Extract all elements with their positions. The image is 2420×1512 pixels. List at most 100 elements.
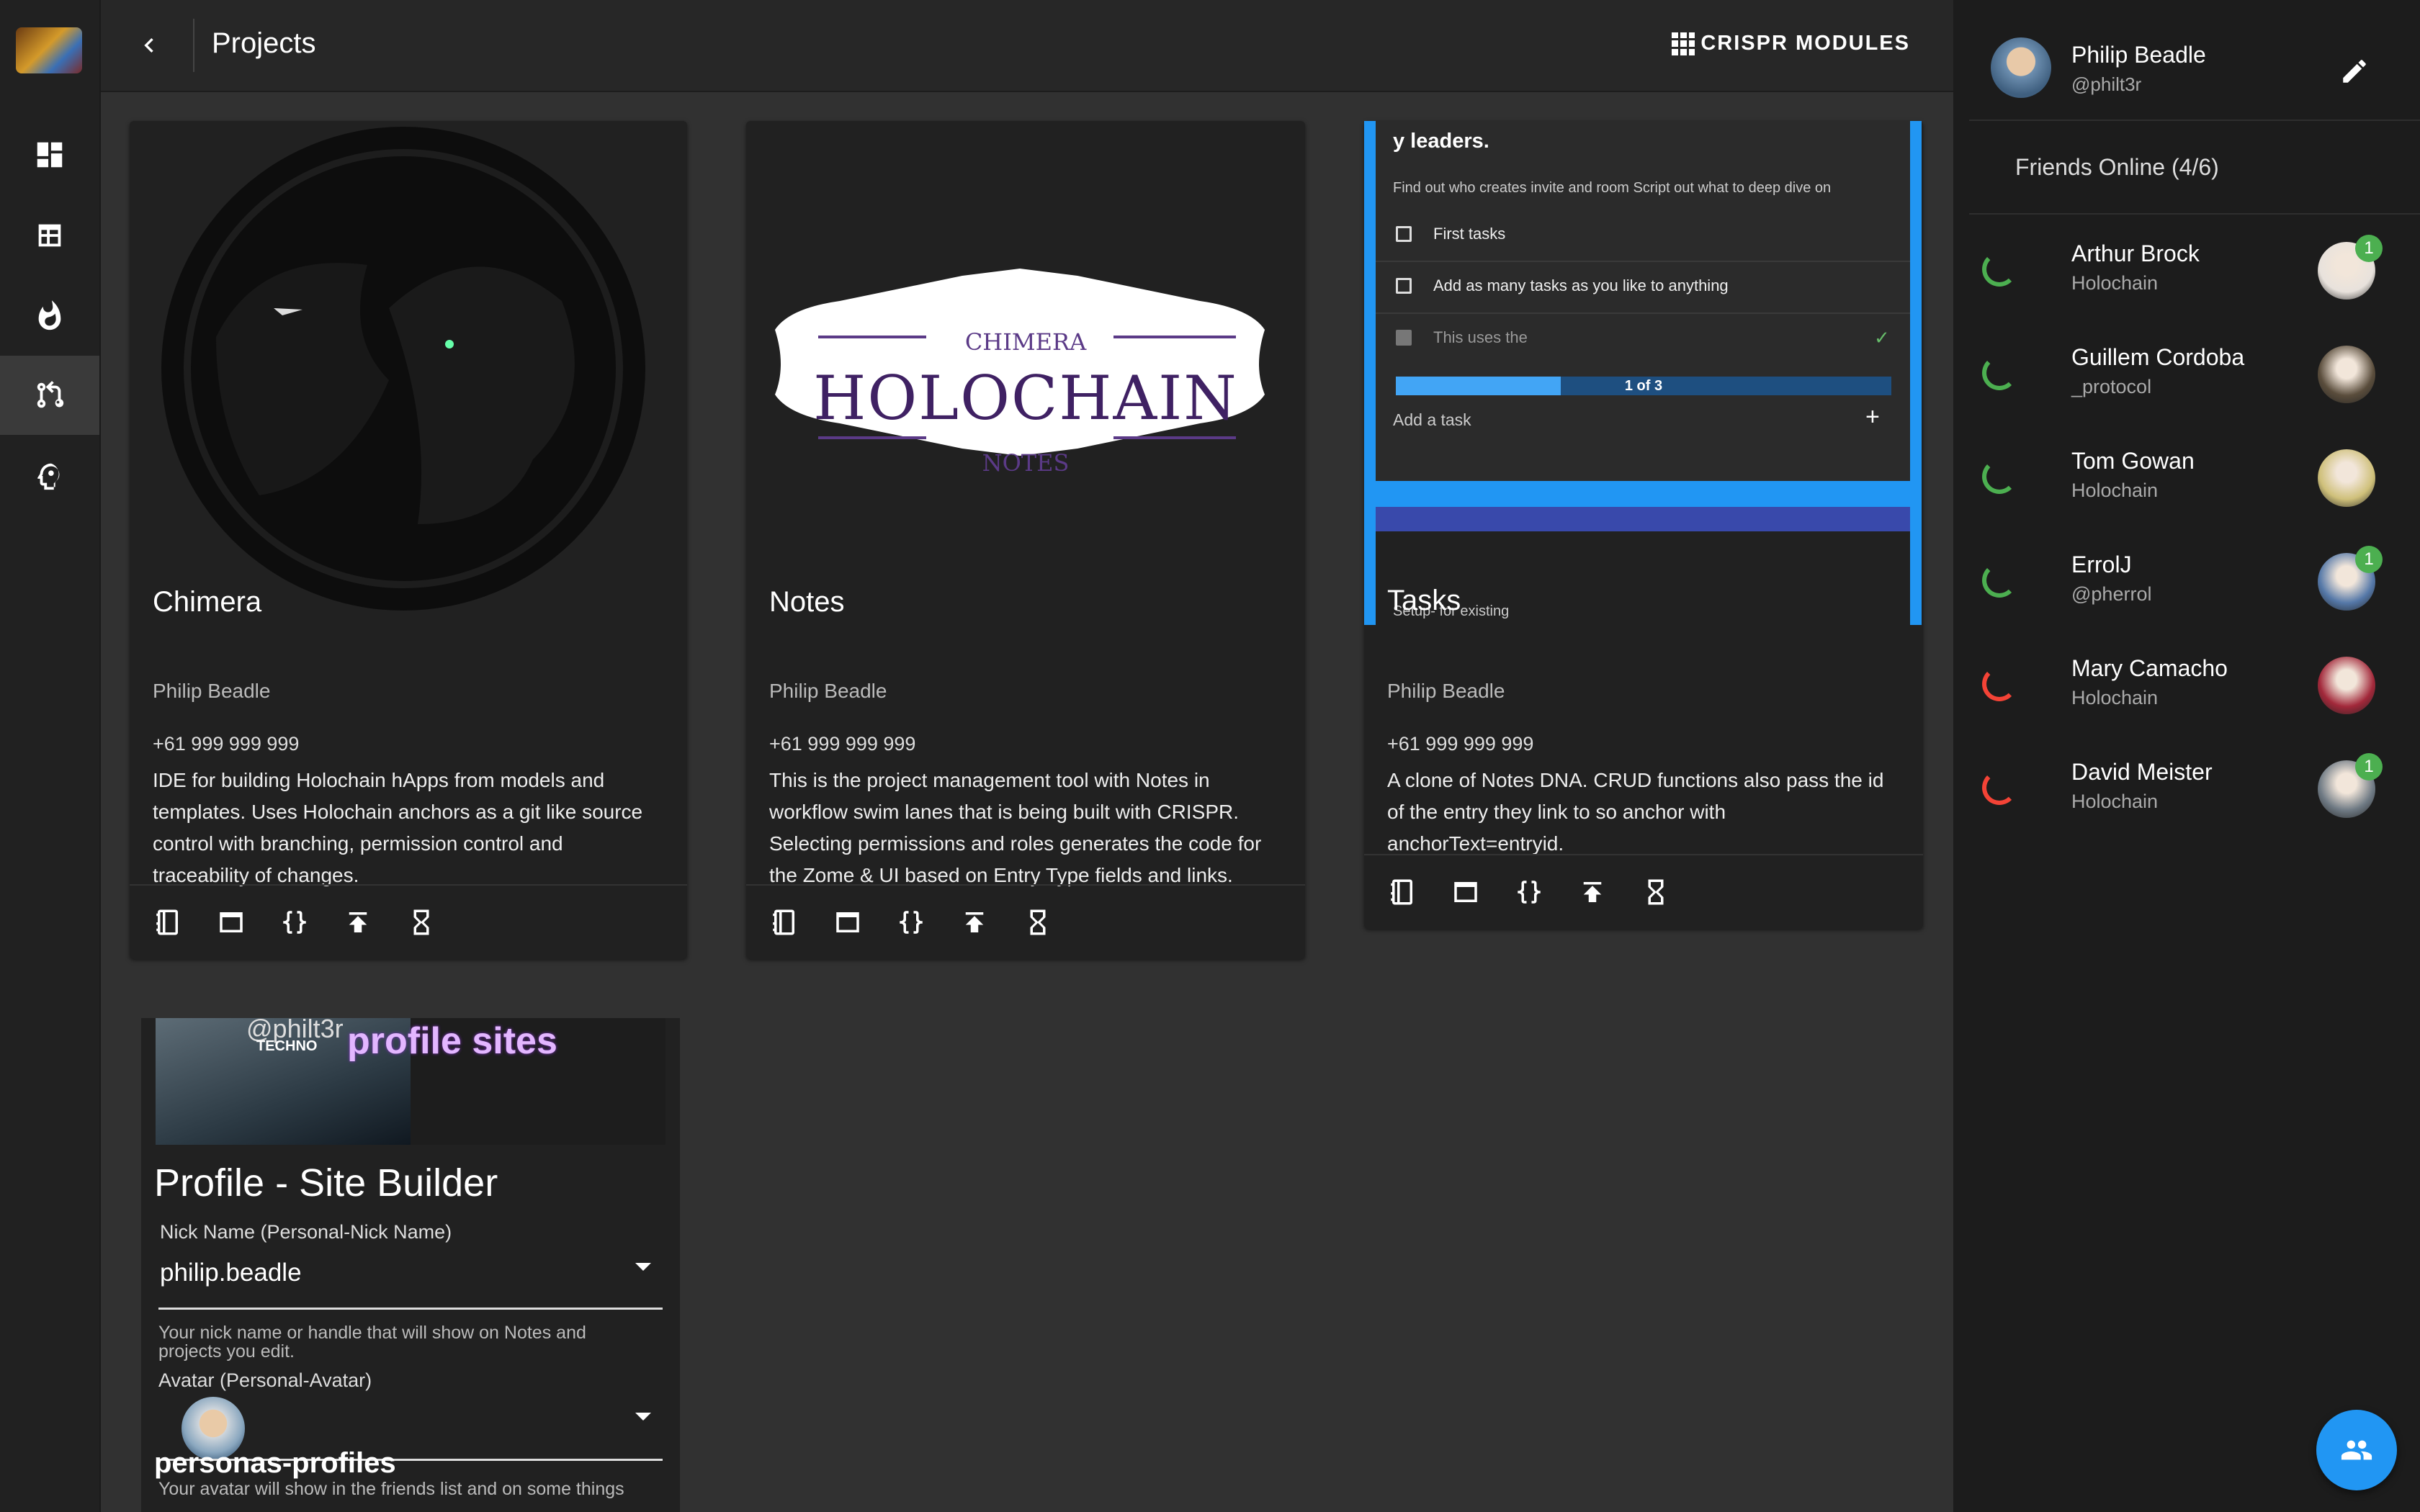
- field-underline: [158, 1308, 663, 1310]
- task-row: Add as many tasks as you like to anythin…: [1376, 261, 1910, 314]
- card-author: Philip Beadle: [1387, 680, 1505, 702]
- chimera-logo-image: [130, 121, 687, 636]
- avatar[interactable]: [2318, 346, 2375, 403]
- dropdown-arrow-icon[interactable]: [635, 1263, 651, 1271]
- tasks-preview-image: y leaders. Find out who creates invite a…: [1364, 121, 1922, 625]
- avatar-help: Your avatar will show in the friends lis…: [158, 1479, 624, 1499]
- project-card-chimera[interactable]: Chimera Philip Beadle +61 999 999 999 ID…: [130, 121, 687, 959]
- friend-subtitle: Holochain: [2071, 687, 2159, 708]
- group-icon: [2341, 1440, 2372, 1460]
- notebook-icon[interactable]: [145, 900, 190, 945]
- friends-panel: Philip Beadle @philt3r Friends Online (4…: [1953, 0, 2420, 1512]
- friend-name: Arthur Brock: [2071, 240, 2200, 266]
- back-arrow-icon[interactable]: [130, 26, 169, 65]
- notification-badge: 1: [2355, 546, 2383, 573]
- dropdown-arrow-icon[interactable]: [635, 1413, 651, 1421]
- status-ring-icon: [1982, 770, 2017, 805]
- nick-name-select[interactable]: philip.beadle: [160, 1259, 302, 1287]
- notification-badge: 1: [2355, 235, 2383, 262]
- status-ring-icon: [1982, 252, 2017, 287]
- tasks-preview-list: y leaders. Find out who creates invite a…: [1376, 121, 1910, 481]
- crispr-modules-button[interactable]: CRISPR MODULES: [1672, 32, 1910, 55]
- friend-list-item[interactable]: Arthur Brock Holochain 1: [1969, 219, 2420, 323]
- notebook-icon[interactable]: [762, 900, 807, 945]
- card-description: This is the project management tool with…: [769, 769, 1262, 886]
- banner-title: profile sites: [347, 1020, 557, 1062]
- git-compare-icon[interactable]: [0, 356, 99, 435]
- friend-list-item[interactable]: Tom Gowan Holochain: [1969, 426, 2420, 530]
- app-logo[interactable]: [16, 27, 82, 73]
- publish-icon[interactable]: [952, 900, 997, 945]
- fire-icon[interactable]: [0, 276, 99, 356]
- preview-subtext: Find out who creates invite and room Scr…: [1393, 180, 1832, 196]
- friend-subtitle: _protocol: [2071, 376, 2152, 397]
- code-braces-icon[interactable]: [272, 900, 317, 945]
- friend-list-item[interactable]: Mary Camacho Holochain: [1969, 634, 2420, 737]
- card-title: Notes: [769, 586, 845, 618]
- code-braces-icon[interactable]: [1507, 870, 1551, 914]
- project-card-profile[interactable]: @philt3r TECHNO profile sites Profile - …: [141, 1018, 680, 1512]
- hourglass-icon[interactable]: [1634, 870, 1678, 914]
- window-icon[interactable]: [209, 900, 254, 945]
- projects-grid: Chimera Philip Beadle +61 999 999 999 ID…: [101, 92, 1953, 1512]
- table-icon[interactable]: [0, 196, 99, 275]
- task-row: This uses the ✓: [1376, 312, 1910, 364]
- task-label: Add as many tasks as you like to anythin…: [1433, 276, 1729, 294]
- hourglass-icon[interactable]: [399, 900, 444, 945]
- project-card-tasks[interactable]: y leaders. Find out who creates invite a…: [1364, 121, 1923, 929]
- publish-icon[interactable]: [336, 900, 380, 945]
- card-actions: [1364, 854, 1923, 929]
- friend-list-item[interactable]: ErrolJ @pherrol 1: [1969, 530, 2420, 634]
- avatar[interactable]: [2318, 657, 2375, 714]
- divider: [1969, 120, 2420, 121]
- avatar[interactable]: [1991, 37, 2051, 98]
- card-actions: [130, 884, 687, 959]
- profile-sites-banner: @philt3r TECHNO profile sites: [156, 1018, 666, 1145]
- friend-name: Guillem Cordoba: [2071, 344, 2245, 370]
- status-ring-icon: [1982, 667, 2017, 701]
- code-braces-icon[interactable]: [889, 900, 933, 945]
- friend-name: David Meister: [2071, 759, 2213, 785]
- card-phone: +61 999 999 999: [769, 733, 916, 755]
- friend-subtitle: Holochain: [2071, 791, 2159, 812]
- task-progress-bar: 1 of 3: [1396, 377, 1891, 395]
- nick-name-label: Nick Name (Personal-Nick Name): [160, 1221, 452, 1243]
- nick-name-help: Your nick name or handle that will show …: [158, 1323, 586, 1362]
- card-title: Tasks: [1387, 585, 1461, 616]
- preview-heading: y leaders.: [1393, 130, 1489, 153]
- edit-profile-icon[interactable]: [2335, 52, 2374, 91]
- card-phone: +61 999 999 999: [1387, 733, 1534, 755]
- card-actions: [746, 884, 1305, 959]
- card-phone: +61 999 999 999: [153, 733, 300, 755]
- notification-badge: 1: [2355, 753, 2383, 780]
- friend-list-item[interactable]: Guillem Cordoba _protocol: [1969, 323, 2420, 426]
- friend-subtitle: Holochain: [2071, 480, 2159, 501]
- avatar-label: Avatar (Personal-Avatar): [158, 1369, 372, 1391]
- friend-subtitle: Holochain: [2071, 272, 2159, 294]
- plus-icon: +: [1865, 403, 1880, 431]
- friend-list-item[interactable]: David Meister Holochain 1: [1969, 737, 2420, 841]
- card-title: Profile - Site Builder: [154, 1161, 498, 1205]
- dashboard-icon[interactable]: [0, 115, 99, 194]
- hourglass-icon[interactable]: [1016, 900, 1060, 945]
- friend-name: ErrolJ: [2071, 552, 2132, 577]
- checkbox: [1396, 278, 1412, 294]
- preview-header-strip: [1376, 507, 1910, 531]
- apps-grid-icon: [1672, 32, 1695, 55]
- check-icon: ✓: [1874, 327, 1890, 348]
- publish-icon[interactable]: [1570, 870, 1615, 914]
- status-ring-icon: [1982, 459, 2017, 494]
- user-handle: @philt3r: [2071, 73, 2142, 95]
- notebook-icon[interactable]: [1380, 870, 1425, 914]
- window-icon[interactable]: [825, 900, 870, 945]
- top-app-bar: Projects CRISPR MODULES: [101, 0, 1953, 92]
- friends-online-header: Friends Online (4/6): [2015, 154, 2219, 180]
- window-icon[interactable]: [1443, 870, 1488, 914]
- checkbox: [1396, 226, 1412, 242]
- friends-fab-button[interactable]: [2316, 1410, 2397, 1490]
- friend-subtitle: @pherrol: [2071, 583, 2152, 605]
- psychology-icon[interactable]: [0, 436, 99, 516]
- avatar[interactable]: [2318, 449, 2375, 507]
- nav-rail: [0, 0, 101, 1512]
- project-card-notes[interactable]: CHIMERA HOLOCHAIN NOTES Notes Philip Bea…: [746, 121, 1305, 959]
